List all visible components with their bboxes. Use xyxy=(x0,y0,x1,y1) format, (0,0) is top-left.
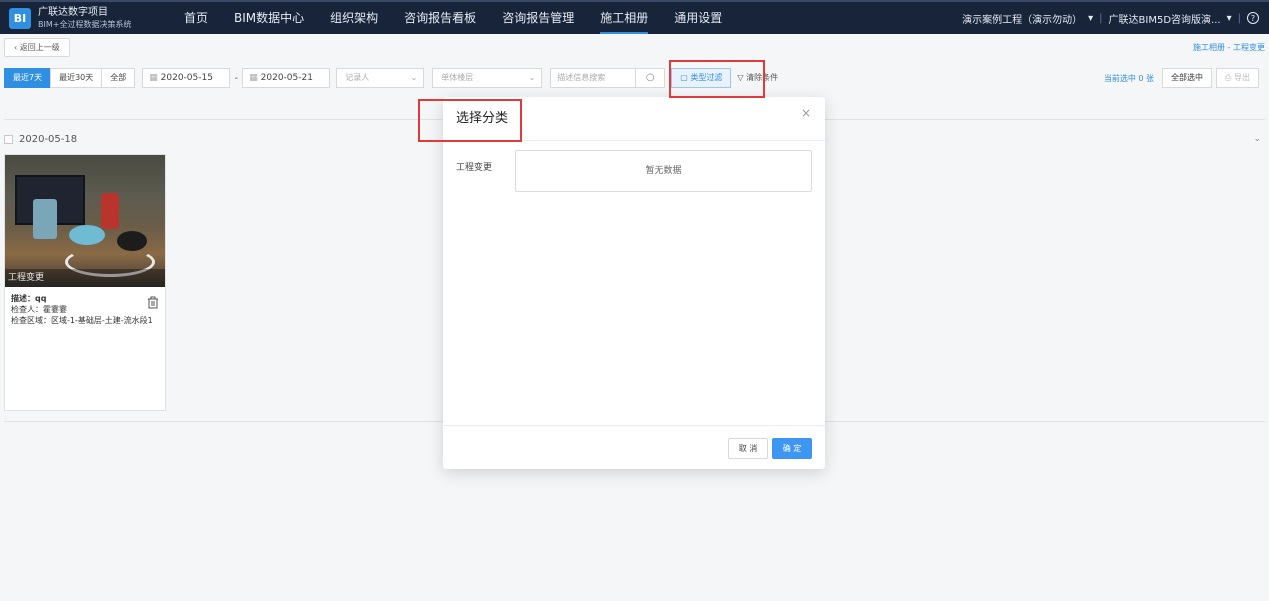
brand: 广联达数字项目 BIM+全过程数据决策系统 xyxy=(38,7,131,31)
help-icon[interactable]: ? xyxy=(1247,12,1259,24)
modal-footer: 取 消 确 定 xyxy=(443,425,825,469)
date-separator: - xyxy=(234,72,239,84)
recorder-placeholder: 记录人 xyxy=(345,73,370,82)
range-7-days[interactable]: 最近7天 xyxy=(4,68,52,88)
range-all[interactable]: 全部 xyxy=(101,68,136,88)
trash-icon[interactable] xyxy=(147,296,159,309)
photo-bottle-shape xyxy=(101,193,119,229)
chevron-down-icon[interactable]: ▾ xyxy=(1227,13,1232,24)
date-group-header: 2020-05-18 xyxy=(4,134,77,145)
back-label: 返回上一级 xyxy=(19,43,60,52)
brand-subtitle: BIM+全过程数据决策系统 xyxy=(38,20,132,29)
desc-value: qq xyxy=(35,294,47,303)
card-description: 描述：qq xyxy=(11,293,161,304)
export-icon: ⎙ xyxy=(1225,73,1234,82)
breadcrumb[interactable]: 施工相册 - 工程变更 xyxy=(1193,42,1265,53)
building-placeholder: 单体楼层 xyxy=(441,73,474,82)
card-area: 检查区域：区域-1-基础层-土建-流水段1 xyxy=(11,316,153,325)
calendar-icon: ▦ xyxy=(249,73,261,83)
empty-text: 暂无数据 xyxy=(645,166,682,176)
nav-general-settings[interactable]: 通用设置 xyxy=(674,2,722,34)
ok-button[interactable]: 确 定 xyxy=(772,438,812,459)
category-options-box[interactable]: 暂无数据 xyxy=(515,150,812,192)
group-checkbox[interactable] xyxy=(4,135,13,144)
date-to-input[interactable]: ▦ 2020-05-21 xyxy=(242,68,331,88)
brand-title: 广联达数字项目 xyxy=(38,7,108,18)
nav-report-board[interactable]: 咨询报告看板 xyxy=(404,2,476,34)
date-to-value: 2020-05-21 xyxy=(260,73,313,83)
date-from-input[interactable]: ▦ 2020-05-15 xyxy=(142,68,231,88)
range-30-days[interactable]: 最近30天 xyxy=(50,68,103,88)
logo-text: BI xyxy=(13,12,27,25)
nav-bim-data-center[interactable]: BIM数据中心 xyxy=(234,2,304,34)
divider: | xyxy=(1237,12,1241,24)
card-info: 描述：qq 检查人：霍霎霎 检查区域：区域-1-基础层-土建-流水段1 xyxy=(11,293,161,326)
top-navbar: BI 广联达数字项目 BIM+全过程数据决策系统 首页 BIM数据中心 组织架构… xyxy=(0,0,1269,34)
divider: | xyxy=(1099,12,1103,24)
category-label: 工程变更 xyxy=(456,163,493,173)
chevron-down-icon[interactable]: ▾ xyxy=(1088,13,1093,24)
desc-label: 描述： xyxy=(11,294,35,303)
nav-construction-album[interactable]: 施工相册 xyxy=(600,2,649,34)
nav-organization[interactable]: 组织架构 xyxy=(330,2,378,34)
card-inspector: 检查人：霍霎霎 xyxy=(11,305,67,314)
select-category-modal: 选择分类 × 工程变更 暂无数据 取 消 确 定 xyxy=(443,97,825,469)
date-from-value: 2020-05-15 xyxy=(160,73,213,83)
highlight-box-type-filter xyxy=(669,60,765,98)
select-all-button[interactable]: 全部选中 xyxy=(1162,68,1213,88)
calendar-icon: ▦ xyxy=(149,73,161,83)
chevron-down-icon[interactable]: ⌄ xyxy=(1253,134,1261,144)
app-logo[interactable]: BI xyxy=(9,8,31,29)
highlight-box-modal-title xyxy=(418,99,522,142)
export-button[interactable]: ⎙ 导出 xyxy=(1216,68,1259,88)
photo-card[interactable]: 工程变更 描述：qq 检查人：霍霎霎 检查区域：区域-1-基础层-土建-流水段1 xyxy=(4,154,166,411)
photo-cup-shape xyxy=(33,199,57,239)
nav-report-management[interactable]: 咨询报告管理 xyxy=(502,2,574,34)
filter-bar: 最近7天 最近30天 全部 ▦ 2020-05-15 - ▦ 2020-05-2… xyxy=(4,68,784,88)
search-input[interactable]: 描述信息搜索 xyxy=(550,68,637,88)
photo-bowl-shape xyxy=(69,225,105,245)
photo-thumbnail[interactable]: 工程变更 xyxy=(5,155,165,287)
back-button[interactable]: ‹ 返回上一级 xyxy=(4,38,70,57)
chevron-down-icon: ⌄ xyxy=(410,73,418,82)
export-label: 导出 xyxy=(1234,73,1250,82)
recorder-select[interactable]: 记录人 ⌄ xyxy=(336,68,425,88)
company-selector[interactable]: 广联达BIM5D咨询版演... xyxy=(1109,11,1221,26)
search-icon[interactable]: ○ xyxy=(635,68,666,88)
chevron-down-icon: ⌄ xyxy=(528,73,536,82)
selected-count: 当前选中 0 张 xyxy=(1103,73,1155,83)
project-selector[interactable]: 演示案例工程（演示勿动） xyxy=(962,11,1082,26)
building-select[interactable]: 单体楼层 ⌄ xyxy=(432,68,543,88)
photo-category-tag: 工程变更 xyxy=(5,269,165,287)
right-tools: 当前选中 0 张 全部选中 ⎙ 导出 xyxy=(1104,68,1259,88)
top-right-area: 演示案例工程（演示勿动） ▾ | 广联达BIM5D咨询版演... ▾ | ? xyxy=(962,2,1259,34)
group-date: 2020-05-18 xyxy=(19,134,78,145)
cancel-button[interactable]: 取 消 xyxy=(728,438,768,459)
main-nav: 首页 BIM数据中心 组织架构 咨询报告看板 咨询报告管理 施工相册 通用设置 xyxy=(184,2,748,34)
close-icon[interactable]: × xyxy=(801,97,811,129)
nav-home[interactable]: 首页 xyxy=(184,2,208,34)
